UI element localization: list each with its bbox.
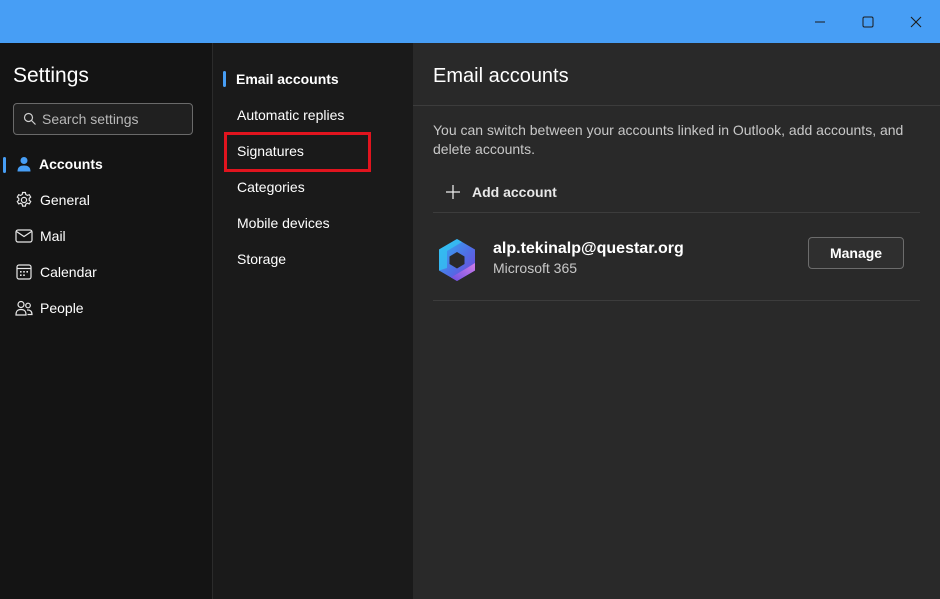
submenu-item-label: Storage: [237, 251, 287, 267]
sidebar-item-general[interactable]: General: [0, 184, 212, 216]
sidebar-item-label: General: [40, 192, 90, 208]
submenu-item-automatic-replies[interactable]: Automatic replies: [213, 99, 413, 131]
mail-icon: [15, 228, 33, 244]
settings-title: Settings: [13, 64, 89, 87]
maximize-button[interactable]: [845, 0, 891, 43]
page-title: Email accounts: [433, 65, 569, 87]
settings-sidebar: Settings Accounts General Mail Calendar …: [0, 43, 212, 599]
minimize-button[interactable]: [797, 0, 843, 43]
sidebar-item-label: Calendar: [40, 264, 97, 280]
submenu-item-label: Categories: [237, 179, 305, 195]
manage-button[interactable]: Manage: [808, 237, 904, 269]
maximize-icon: [862, 16, 874, 27]
add-account-label: Add account: [472, 184, 557, 200]
divider: [413, 105, 940, 106]
submenu-item-storage[interactable]: Storage: [213, 243, 413, 275]
submenu-item-label: Automatic replies: [237, 107, 345, 123]
submenu-item-label: Mobile devices: [237, 215, 330, 231]
account-email: alp.tekinalp@questar.org: [493, 240, 684, 257]
microsoft-365-logo: [439, 239, 475, 281]
settings-submenu: Email accounts Automatic replies Signatu…: [212, 43, 413, 599]
divider: [433, 300, 920, 301]
divider: [433, 212, 920, 213]
active-indicator: [3, 157, 6, 173]
sidebar-item-people[interactable]: People: [0, 292, 212, 324]
minimize-icon: [815, 21, 825, 22]
plus-icon: [446, 185, 460, 199]
close-button[interactable]: [893, 0, 939, 43]
people-icon: [15, 300, 33, 316]
person-icon: [15, 156, 33, 172]
sidebar-item-calendar[interactable]: Calendar: [0, 256, 212, 288]
gear-icon: [15, 191, 33, 208]
submenu-item-email-accounts[interactable]: Email accounts: [213, 63, 413, 95]
sidebar-item-accounts[interactable]: Accounts: [0, 148, 212, 180]
sidebar-item-label: People: [40, 300, 84, 316]
submenu-item-mobile-devices[interactable]: Mobile devices: [213, 207, 413, 239]
calendar-icon: [15, 264, 33, 280]
signatures-highlight-box: [224, 132, 371, 172]
close-icon: [910, 16, 922, 27]
account-type: Microsoft 365: [493, 260, 578, 276]
add-account-button[interactable]: Add account: [444, 180, 557, 204]
search-box[interactable]: [13, 103, 193, 135]
description-text: You can switch between your accounts lin…: [433, 122, 904, 157]
search-icon: [23, 112, 36, 125]
submenu-item-label: Email accounts: [236, 71, 339, 87]
search-input[interactable]: [42, 109, 187, 129]
title-bar: [0, 0, 940, 43]
sidebar-item-mail[interactable]: Mail: [0, 220, 212, 252]
submenu-item-categories[interactable]: Categories: [213, 171, 413, 203]
email-accounts-panel: Email accounts You can switch between yo…: [413, 43, 940, 599]
sidebar-item-label: Accounts: [39, 156, 103, 172]
sidebar-item-label: Mail: [40, 228, 66, 244]
